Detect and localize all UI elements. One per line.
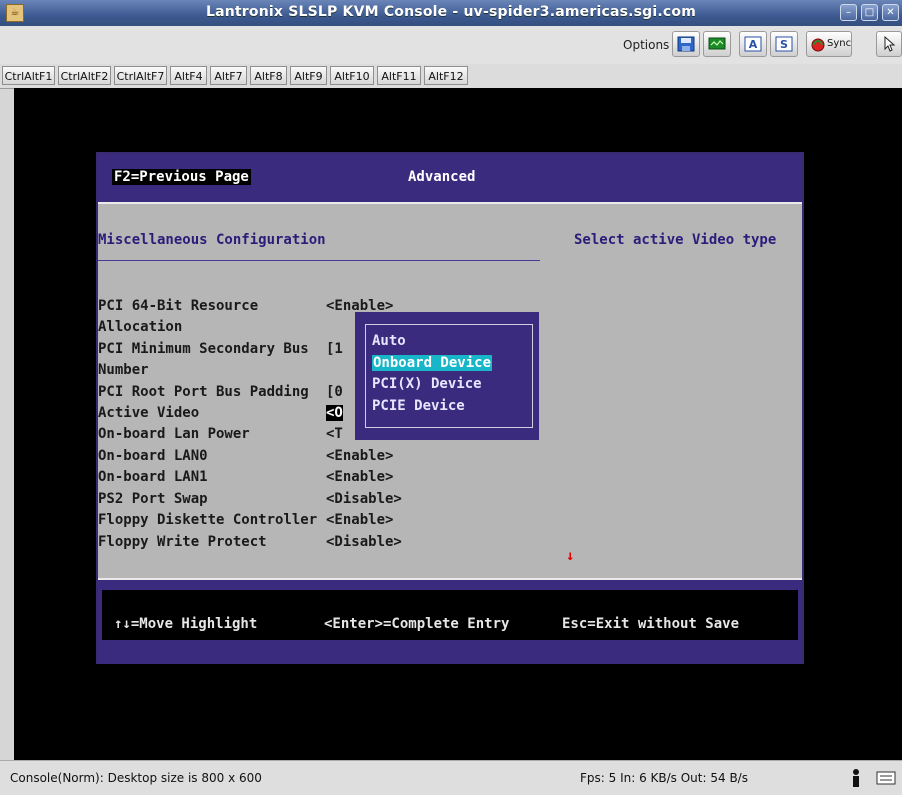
bios-header: F2=Previous Page Advanced bbox=[98, 154, 802, 204]
active-video-popup[interactable]: Auto Onboard Device PCI(X) Device PCIE D… bbox=[355, 312, 539, 440]
save-button[interactable] bbox=[672, 31, 700, 57]
fkey-altf7[interactable]: AltF7 bbox=[210, 66, 247, 85]
svg-text:A: A bbox=[749, 38, 758, 51]
bios-footer: ↑↓=Move Highlight <Enter>=Complete Entry… bbox=[98, 578, 802, 664]
fkey-altf9[interactable]: AltF9 bbox=[290, 66, 327, 85]
bios-page-title: Advanced bbox=[408, 169, 476, 185]
footer-keys-panel: ↑↓=Move Highlight <Enter>=Complete Entry… bbox=[102, 590, 798, 640]
remote-console-view[interactable]: F2=Previous Page Advanced Miscellaneous … bbox=[14, 88, 902, 760]
console-status: Console(Norm): Desktop size is 800 x 600 bbox=[10, 771, 262, 785]
complete-entry-hint: <Enter>=Complete Entry bbox=[324, 616, 510, 632]
setting-label[interactable]: Floppy Diskette Controller bbox=[98, 512, 317, 528]
setting-label-active-video[interactable]: Active Video bbox=[98, 405, 199, 421]
text-a-icon: A bbox=[744, 36, 762, 52]
fkey-altf8[interactable]: AltF8 bbox=[250, 66, 287, 85]
section-title: Miscellaneous Configuration bbox=[98, 232, 326, 248]
setting-value[interactable]: <Enable> bbox=[326, 469, 393, 485]
info-icon[interactable] bbox=[846, 767, 866, 789]
text-s-button[interactable]: S bbox=[770, 31, 798, 57]
svg-text:S: S bbox=[780, 38, 788, 51]
setting-value[interactable]: <T bbox=[326, 426, 343, 442]
setting-value[interactable]: <Enable> bbox=[326, 512, 393, 528]
pointer-icon bbox=[884, 36, 896, 52]
status-bar: Console(Norm): Desktop size is 800 x 600… bbox=[0, 760, 902, 795]
setting-value[interactable]: <Disable> bbox=[326, 534, 402, 550]
setting-value[interactable]: <Disable> bbox=[326, 491, 402, 507]
monitor-button[interactable] bbox=[703, 31, 731, 57]
popup-option-auto[interactable]: Auto bbox=[372, 333, 406, 349]
fkey-altf12[interactable]: AltF12 bbox=[424, 66, 468, 85]
setting-value-selected[interactable]: <O bbox=[326, 405, 343, 421]
section-divider bbox=[98, 260, 540, 261]
popup-option-pcix-device[interactable]: PCI(X) Device bbox=[372, 376, 482, 392]
scroll-down-indicator: ↓ bbox=[566, 548, 575, 564]
move-highlight-hint: ↑↓=Move Highlight bbox=[114, 616, 258, 632]
setting-value[interactable]: [0 bbox=[326, 384, 343, 400]
setting-label[interactable]: Allocation bbox=[98, 319, 182, 335]
options-label: Options bbox=[623, 38, 670, 52]
options-toolbar: Options A S Sync bbox=[0, 26, 902, 65]
sync-label: Sync bbox=[827, 38, 852, 49]
minimize-icon[interactable]: – bbox=[840, 4, 857, 21]
pointer-button[interactable] bbox=[876, 31, 902, 57]
setting-label[interactable]: PCI Root Port Bus Padding bbox=[98, 384, 309, 400]
setting-label[interactable]: PCI 64-Bit Resource bbox=[98, 298, 258, 314]
previous-page-hint: F2=Previous Page bbox=[112, 169, 251, 185]
setting-label[interactable]: PS2 Port Swap bbox=[98, 491, 208, 507]
popup-option-onboard-device[interactable]: Onboard Device bbox=[372, 355, 493, 371]
save-icon bbox=[677, 36, 695, 52]
setting-label[interactable]: On-board LAN0 bbox=[98, 448, 208, 464]
monitor-icon bbox=[708, 37, 726, 50]
setting-label[interactable]: Number bbox=[98, 362, 149, 378]
setting-value[interactable]: [1 bbox=[326, 341, 343, 357]
connection-stats: Fps: 5 In: 6 KB/s Out: 54 B/s bbox=[580, 771, 748, 785]
close-icon[interactable]: ✕ bbox=[882, 4, 899, 21]
help-text: Select active Video type bbox=[574, 232, 777, 248]
setting-label[interactable]: Floppy Write Protect bbox=[98, 534, 267, 550]
popup-frame: Auto Onboard Device PCI(X) Device PCIE D… bbox=[365, 324, 533, 428]
window-title-bar[interactable]: ☕ Lantronix SLSLP KVM Console - uv-spide… bbox=[0, 0, 902, 26]
popup-option-pcie-device[interactable]: PCIE Device bbox=[372, 398, 465, 414]
fkey-ctrlaltf1[interactable]: CtrlAltF1 bbox=[2, 66, 55, 85]
fkey-altf11[interactable]: AltF11 bbox=[377, 66, 421, 85]
setting-value[interactable]: <Enable> bbox=[326, 448, 393, 464]
fkey-altf4[interactable]: AltF4 bbox=[170, 66, 207, 85]
fkey-ctrlaltf2[interactable]: CtrlAltF2 bbox=[58, 66, 111, 85]
maximize-icon[interactable]: □ bbox=[861, 4, 878, 21]
keyboard-icon[interactable] bbox=[876, 767, 896, 789]
sync-icon bbox=[811, 38, 825, 52]
setting-label[interactable]: PCI Minimum Secondary Bus bbox=[98, 341, 309, 357]
text-a-button[interactable]: A bbox=[739, 31, 767, 57]
setting-label[interactable]: On-board Lan Power bbox=[98, 426, 250, 442]
function-key-bar: CtrlAltF1 CtrlAltF2 CtrlAltF7 AltF4 AltF… bbox=[0, 64, 902, 89]
fkey-altf10[interactable]: AltF10 bbox=[330, 66, 374, 85]
sync-button[interactable]: Sync bbox=[806, 31, 852, 57]
bios-setup-screen[interactable]: F2=Previous Page Advanced Miscellaneous … bbox=[96, 152, 804, 664]
setting-label[interactable]: On-board LAN1 bbox=[98, 469, 208, 485]
text-s-icon: S bbox=[775, 36, 793, 52]
fkey-ctrlaltf7[interactable]: CtrlAltF7 bbox=[114, 66, 167, 85]
window-title: Lantronix SLSLP KVM Console - uv-spider3… bbox=[205, 4, 697, 20]
exit-without-save-hint: Esc=Exit without Save bbox=[562, 616, 740, 632]
